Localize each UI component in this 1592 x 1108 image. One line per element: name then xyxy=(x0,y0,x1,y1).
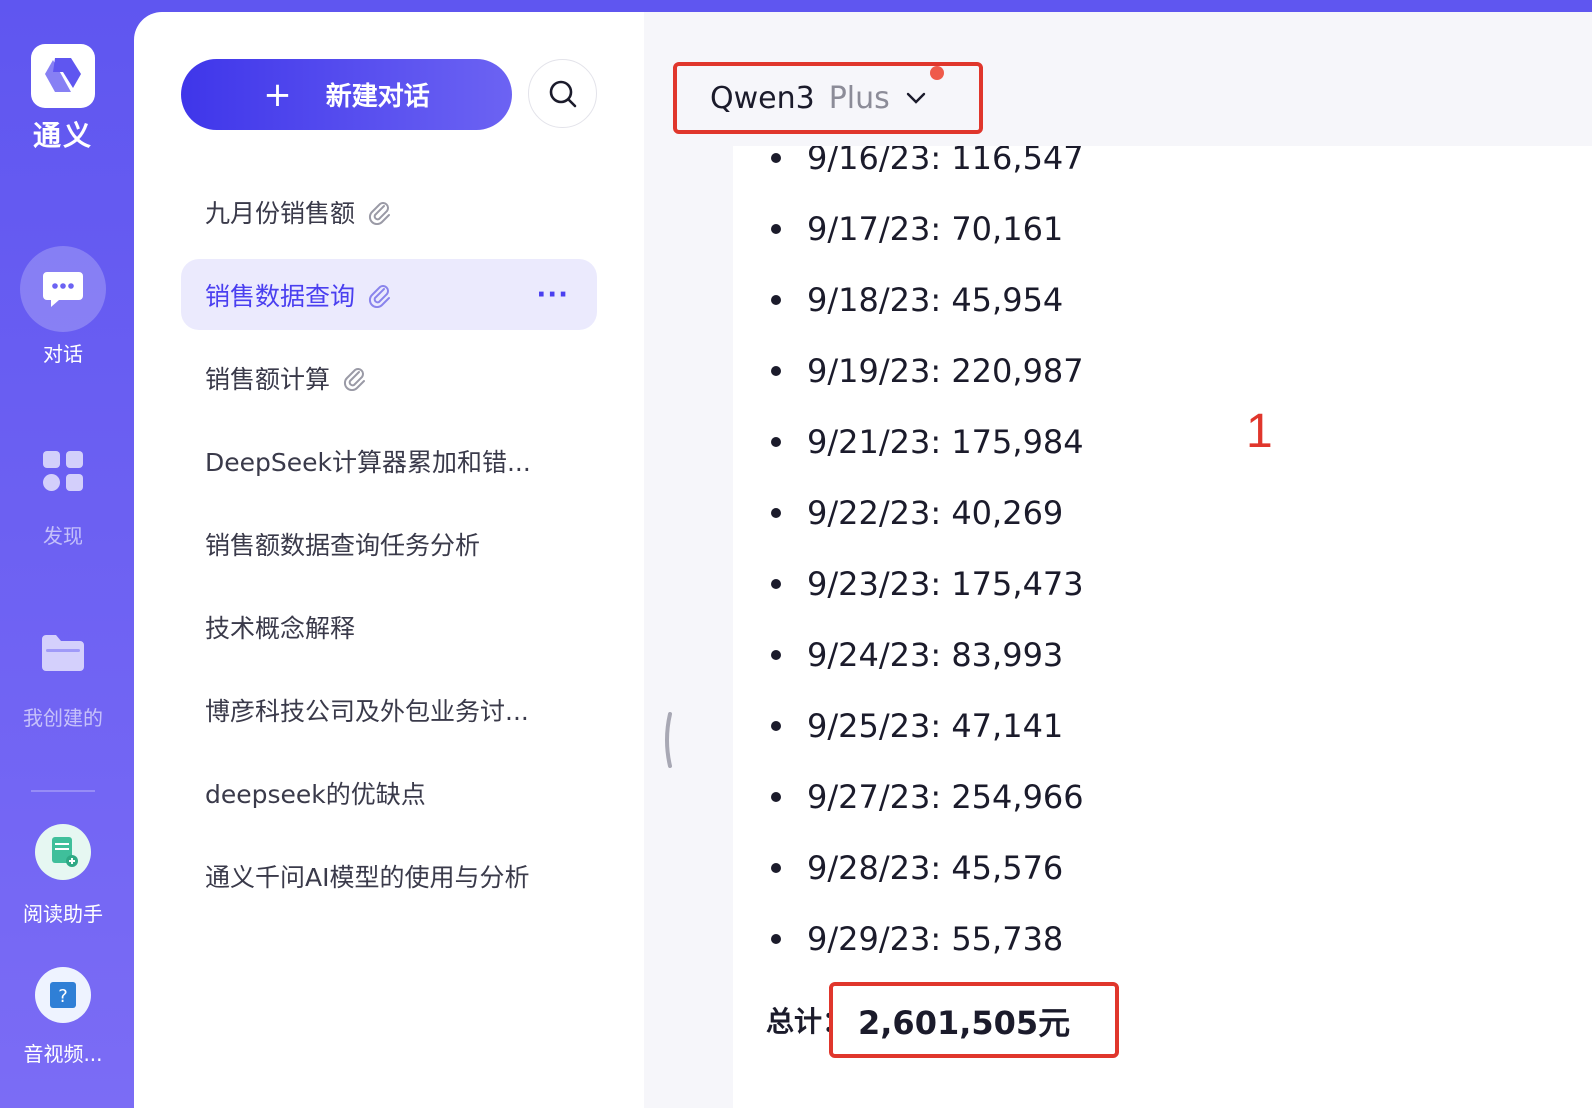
chat-bubble-icon xyxy=(43,272,83,307)
rail-divider xyxy=(31,790,95,792)
new-chat-label: 新建对话 xyxy=(325,82,430,112)
plus-icon: + xyxy=(263,74,292,115)
list-item: 9/29/23: 55,738 xyxy=(771,903,1084,974)
list-item: 9/23/23: 175,473 xyxy=(771,548,1084,619)
conversation-item[interactable]: 销售额计算 xyxy=(181,342,597,413)
chevron-left-icon xyxy=(665,712,672,768)
sidebar-collapse-handle[interactable] xyxy=(662,712,672,768)
conversation-item[interactable]: DeepSeek计算器累加和错... xyxy=(181,425,597,496)
conversation-item-active[interactable]: 销售数据查询 ··· xyxy=(181,259,597,330)
conversation-list: 九月份销售额 销售数据查询 ··· 销售额计算 DeepSeek计算器累加和错.… xyxy=(181,176,597,923)
conversation-item[interactable]: 九月份销售额 xyxy=(181,176,597,247)
annotation-box-total xyxy=(829,982,1119,1058)
search-button[interactable] xyxy=(528,59,597,128)
conversation-title: 九月份销售额 xyxy=(205,198,356,228)
conversation-title: 通义千问AI模型的使用与分析 xyxy=(205,862,530,892)
list-item: 9/17/23: 70,161 xyxy=(771,193,1084,264)
sales-list: 9/16/23: 116,547 9/17/23: 70,161 9/18/23… xyxy=(771,146,1084,974)
conversation-title: 销售额计算 xyxy=(205,364,331,394)
rail-item-label: 阅读助手 xyxy=(23,902,103,926)
conversation-title: 销售额数据查询任务分析 xyxy=(205,530,481,560)
conversation-title: 销售数据查询 xyxy=(205,281,356,311)
rail-item-label: 音视频... xyxy=(23,1042,103,1066)
annotation-marker: 1 xyxy=(1246,405,1273,458)
rail-item-label: 我创建的 xyxy=(23,706,103,730)
conversation-item[interactable]: deepseek的优缺点 xyxy=(181,757,597,828)
new-chat-button[interactable]: + 新建对话 xyxy=(181,59,512,130)
rail-item-label: 对话 xyxy=(43,342,83,366)
conversation-title: DeepSeek计算器累加和错... xyxy=(205,447,531,477)
conversation-item[interactable]: 销售额数据查询任务分析 xyxy=(181,508,597,579)
rail-item-label: 发现 xyxy=(43,524,83,548)
rail-item-audio-video[interactable]: ? 音视频... xyxy=(0,958,126,1067)
rail-item-chat[interactable]: 对话 xyxy=(0,246,126,367)
rail-item-discover[interactable]: 发现 xyxy=(0,428,126,549)
left-rail: 通义 对话 发现 我创建的 阅读助手 ? 音视频... xyxy=(0,0,134,1108)
conversation-item[interactable]: 通义千问AI模型的使用与分析 xyxy=(181,840,597,911)
rail-item-my-creations[interactable]: 我创建的 xyxy=(0,610,126,731)
list-item: 9/16/23: 116,547 xyxy=(771,146,1084,193)
conversation-item[interactable]: 博彦科技公司及外包业务讨... xyxy=(181,674,597,745)
folder-icon xyxy=(42,635,84,671)
list-item: 9/24/23: 83,993 xyxy=(771,619,1084,690)
list-item: 9/22/23: 40,269 xyxy=(771,477,1084,548)
chat-main: Qwen3 Plus 9/16/23: 116,547 9/17/23: 70,… xyxy=(644,12,1592,1108)
message-content: 9/16/23: 116,547 9/17/23: 70,161 9/18/23… xyxy=(733,146,1592,1108)
annotation-box-model xyxy=(673,62,983,134)
list-item: 9/27/23: 254,966 xyxy=(771,761,1084,832)
list-item: 9/18/23: 45,954 xyxy=(771,264,1084,335)
reading-assistant-icon xyxy=(35,824,91,880)
conversation-title: 博彦科技公司及外包业务讨... xyxy=(205,696,529,726)
app-logo[interactable] xyxy=(31,44,95,108)
list-item: 9/28/23: 45,576 xyxy=(771,832,1084,903)
rail-item-reading-assistant[interactable]: 阅读助手 xyxy=(0,812,126,927)
conversation-item[interactable]: 技术概念解释 xyxy=(181,591,597,662)
app-name: 通义 xyxy=(32,119,93,152)
tongyi-logo-icon xyxy=(45,58,81,92)
attachment-icon xyxy=(367,282,391,308)
conversation-title: deepseek的优缺点 xyxy=(205,779,426,809)
conversation-sidebar: + 新建对话 九月份销售额 销售数据查询 ··· 销售额计算 DeepSeek计… xyxy=(134,12,644,1108)
grid-apps-icon xyxy=(43,451,83,491)
attachment-icon xyxy=(342,365,366,391)
svg-text:?: ? xyxy=(58,986,68,1007)
list-item: 9/21/23: 175,984 xyxy=(771,406,1084,477)
more-options-icon[interactable]: ··· xyxy=(536,280,569,310)
search-icon xyxy=(549,80,576,107)
attachment-icon xyxy=(367,199,391,225)
list-item: 9/25/23: 47,141 xyxy=(771,690,1084,761)
list-item: 9/19/23: 220,987 xyxy=(771,335,1084,406)
conversation-title: 技术概念解释 xyxy=(205,613,356,643)
audio-video-icon: ? xyxy=(35,967,91,1023)
